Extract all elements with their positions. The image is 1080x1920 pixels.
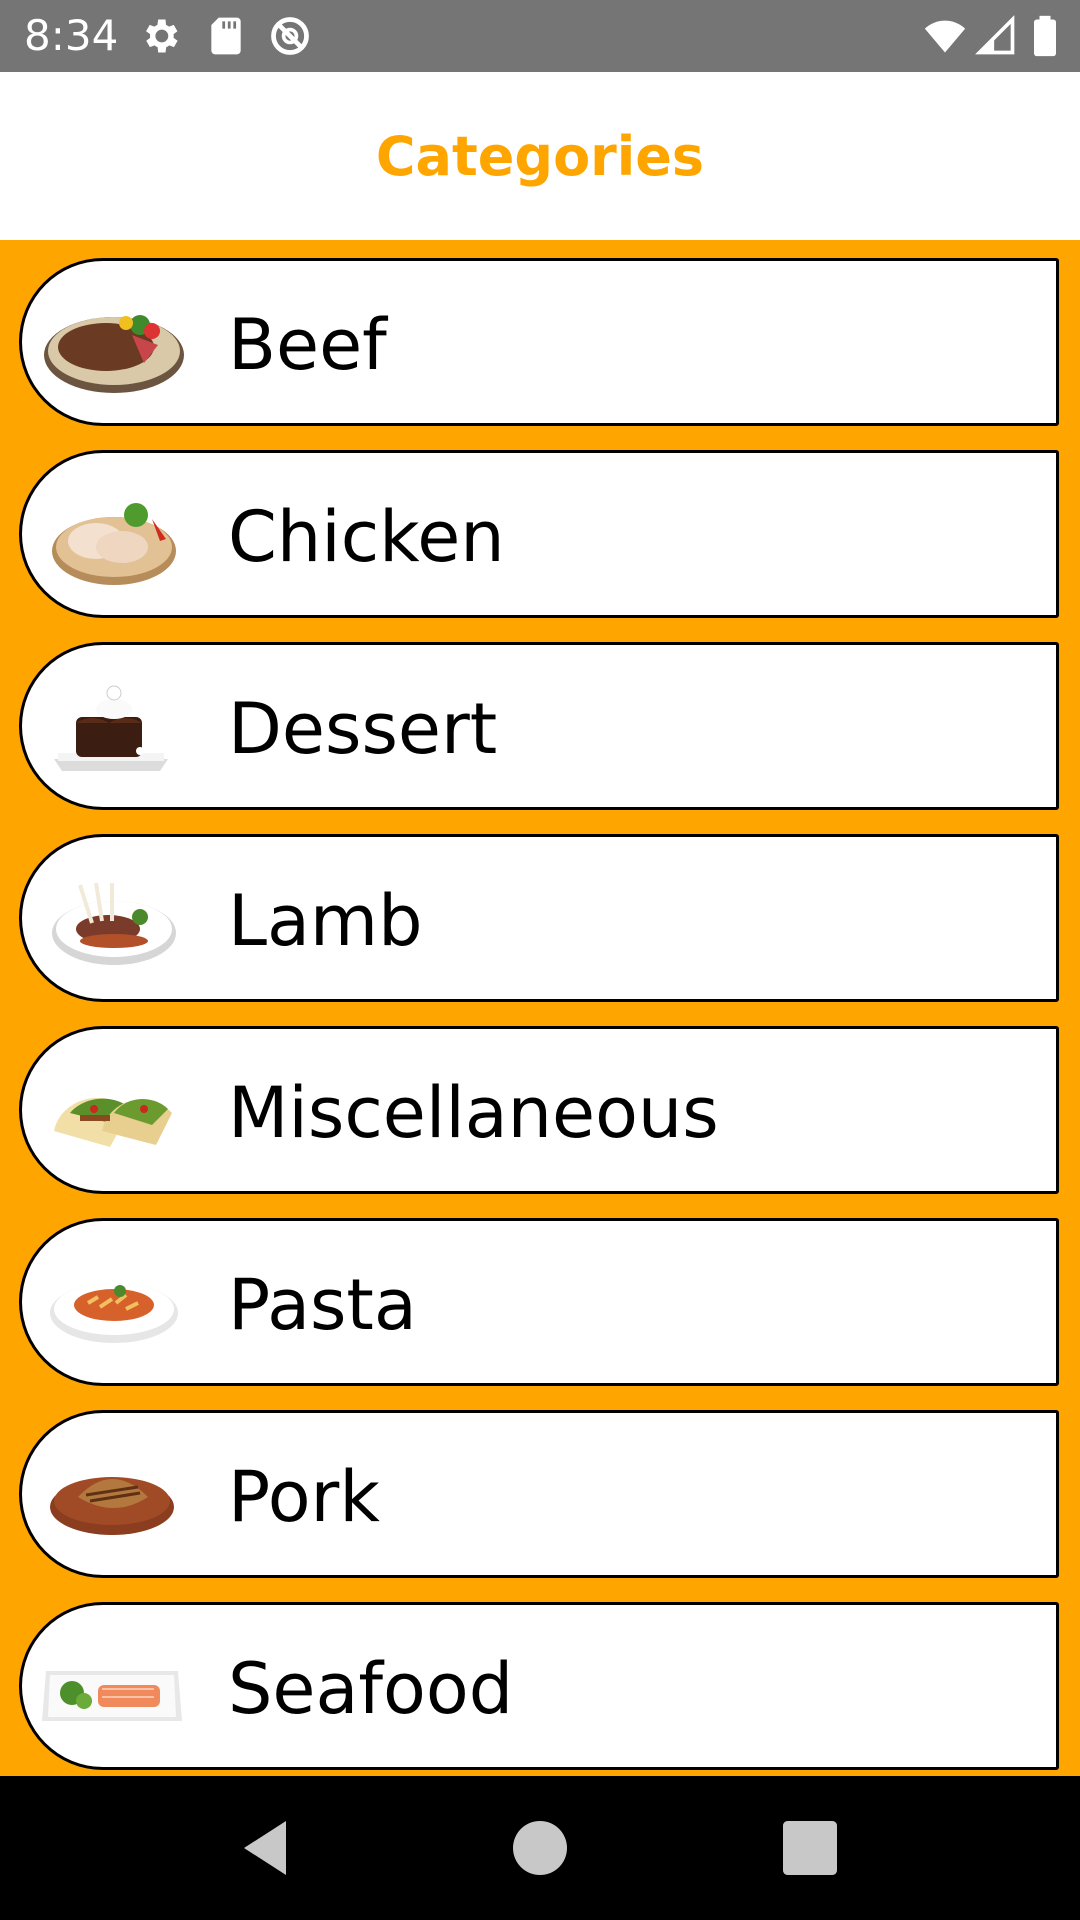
app-bar: Categories <box>0 72 1080 240</box>
category-label: Dessert <box>228 688 498 770</box>
category-item-pasta[interactable]: Pasta <box>19 1218 1059 1386</box>
category-item-seafood[interactable]: Seafood <box>19 1602 1059 1770</box>
chicken-legs-image <box>52 503 176 585</box>
beef-steak-image <box>44 315 184 393</box>
category-label: Beef <box>228 304 387 386</box>
status-time: 8:34 <box>24 11 119 60</box>
status-bar: 8:34 <box>0 0 1080 72</box>
category-item-pork[interactable]: Pork <box>19 1410 1059 1578</box>
battery-icon <box>1034 15 1056 57</box>
category-item-miscellaneous[interactable]: Miscellaneous <box>19 1026 1059 1194</box>
back-icon[interactable] <box>232 1812 304 1884</box>
category-label: Pork <box>228 1456 380 1538</box>
chocolate-cake-image <box>54 685 168 771</box>
wifi-icon <box>924 20 966 53</box>
category-item-dessert[interactable]: Dessert <box>19 642 1059 810</box>
home-icon[interactable] <box>504 1812 576 1884</box>
category-list[interactable]: Beef Chicken Dessert Lamb Miscellaneous … <box>0 240 1080 1776</box>
category-item-lamb[interactable]: Lamb <box>19 834 1059 1002</box>
salmon-plate-image <box>42 1671 182 1721</box>
lamb-chops-image <box>52 882 176 965</box>
page-title: Categories <box>375 125 705 188</box>
category-label: Seafood <box>228 1648 514 1730</box>
tacos-image <box>54 1097 172 1147</box>
category-label: Pasta <box>228 1264 417 1346</box>
sync-off-icon <box>271 17 309 55</box>
gear-icon <box>146 19 178 53</box>
category-item-chicken[interactable]: Chicken <box>19 450 1059 618</box>
category-label: Chicken <box>228 496 505 578</box>
signal-icon <box>975 15 1015 55</box>
category-label: Miscellaneous <box>228 1072 719 1154</box>
category-label: Lamb <box>228 880 423 962</box>
navigation-bar <box>0 1776 1080 1920</box>
pasta-plate-image <box>50 1283 178 1343</box>
category-item-beef[interactable]: Beef <box>19 258 1059 426</box>
pork-chop-image <box>50 1477 174 1535</box>
sd-card-icon <box>211 17 241 55</box>
recents-icon[interactable] <box>774 1812 846 1884</box>
